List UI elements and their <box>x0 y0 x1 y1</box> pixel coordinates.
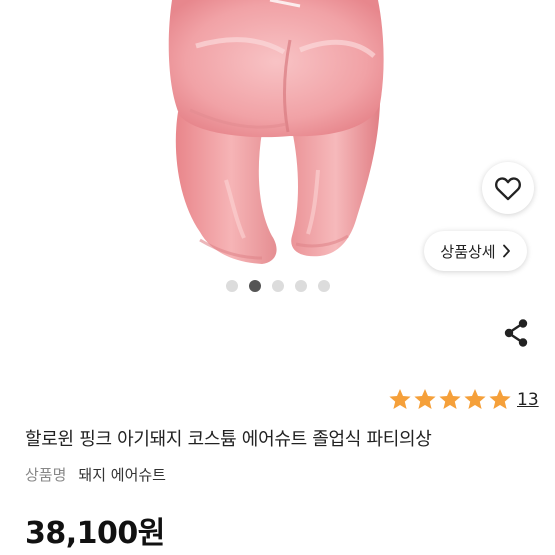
star-icon <box>389 389 411 409</box>
star-icon <box>414 389 436 409</box>
spec-value: 돼지 에어슈트 <box>78 466 166 484</box>
review-count-link[interactable]: 13 <box>517 390 539 410</box>
product-price: 38,100원 <box>25 516 165 551</box>
product-title: 할로윈 핑크 아기돼지 코스튬 에어슈트 졸업식 파티의상 <box>25 429 432 450</box>
product-detail-button[interactable]: 상품상세 <box>424 231 527 271</box>
heart-outline-icon <box>495 177 521 201</box>
wishlist-button[interactable] <box>482 162 534 214</box>
carousel-dot[interactable] <box>295 280 307 292</box>
product-spec-row: 상품명 돼지 에어슈트 <box>25 464 166 485</box>
star-icon <box>439 389 461 409</box>
share-icon <box>504 319 528 347</box>
spec-label: 상품명 <box>25 466 67 484</box>
carousel-dot[interactable] <box>318 280 330 292</box>
carousel-dot[interactable] <box>249 280 261 292</box>
share-button[interactable] <box>502 318 530 348</box>
chevron-right-icon <box>502 244 510 258</box>
star-icon <box>489 389 511 409</box>
carousel-dot[interactable] <box>226 280 238 292</box>
product-detail-label: 상품상세 <box>440 242 496 261</box>
star-rating <box>388 388 512 411</box>
rating[interactable]: 13 <box>388 388 539 411</box>
carousel-pagination <box>226 280 330 292</box>
star-icon <box>464 389 486 409</box>
carousel-dot[interactable] <box>272 280 284 292</box>
